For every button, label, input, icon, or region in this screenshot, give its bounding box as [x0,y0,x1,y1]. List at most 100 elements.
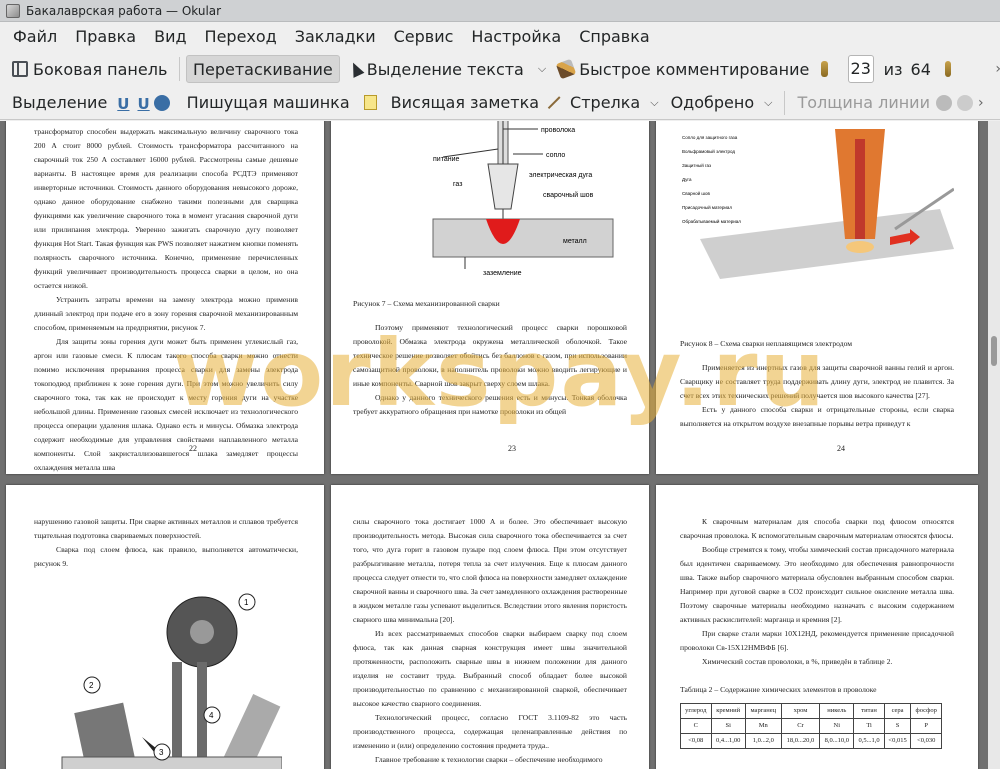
browse-tool-button[interactable]: Перетаскивание [185,55,340,83]
label-wire: проволока [541,127,575,134]
callout-4: 4 [209,711,214,720]
annotation-toolbar: Выделение U U Пишущая машинка Висящая за… [0,86,1000,120]
line-width-button[interactable]: Толщина линии [791,89,936,117]
table-cell: сера [883,703,912,719]
main-toolbar: Боковая панель Перетаскивание Выделение … [0,52,1000,86]
table-row: углерод кремний марганец хром никель тит… [680,703,942,719]
paragraph: Сварка под слоем флюса, как правило, вып… [34,545,298,568]
sidebar-button[interactable]: Боковая панель [6,55,173,83]
table-cell: C [680,718,712,734]
chevron-down-icon[interactable]: ⌵ [650,96,658,110]
table-cell: фосфор [910,703,942,719]
menu-edit[interactable]: Правка [66,22,145,52]
page-22: трансформатор способен выдержать максима… [6,121,324,474]
note-icon[interactable] [363,95,377,110]
chevron-down-icon[interactable]: ⌵ [538,62,546,76]
table-cell: Mn [744,718,782,734]
line-width-label: Толщина линии [797,93,930,112]
menu-view[interactable]: Вид [145,22,195,52]
table-row: <0,08 0,4...1,00 1,0...2,0 18,0...20,0 8… [680,733,942,749]
arrow-label: Стрелка [570,93,641,112]
toolbar-overflow-icon[interactable]: › [978,95,984,111]
toolbar-separator [784,90,786,115]
label-weld: Сварной шов [682,190,710,196]
page-25: нарушению газовой защиты. При сварке акт… [6,485,324,769]
scrollbar-thumb[interactable] [991,336,997,366]
selection-label: Выделение [12,93,108,112]
menu-bookmarks[interactable]: Закладки [286,22,385,52]
window-title: Бакалаврская работа — Okular [26,3,222,18]
paragraph: трансформатор способен выдержать максима… [34,127,298,290]
quick-annotation-button[interactable]: Быстрое комментирование [552,55,815,83]
stamp-icon[interactable] [153,94,170,111]
paragraph: Технологический процесс, согласно ГОСТ 3… [353,713,627,750]
paragraph: нарушению газовой защиты. При сварке акт… [34,517,298,540]
page-26: силы сварочного тока достигает 1000 А и … [331,485,649,769]
page-of-label: из [883,59,903,79]
menubar: Файл Правка Вид Переход Закладки Сервис … [0,22,1000,52]
table-cell: Cr [780,718,821,734]
table-cell: Ni [819,718,855,734]
page-number-input[interactable]: 23 [847,55,874,83]
color-icon[interactable] [935,94,952,111]
chevron-down-icon[interactable]: ⌵ [764,96,772,110]
label-gas: газ [453,181,462,188]
label-arc: Дуга [682,177,692,182]
document-viewport[interactable]: трансформатор способен выдержать максима… [0,121,1000,769]
selection-button[interactable]: Выделение [6,89,113,117]
stamp-label: Одобрено [670,93,755,112]
squiggle-icon[interactable]: U [137,95,149,113]
table-cell: 8,0...10,0 [819,733,855,749]
window-titlebar[interactable]: Бакалаврская работа — Okular [0,0,1000,22]
table-cell: хром [780,703,821,719]
table-caption: Таблица 2 – Содержание химических элемен… [680,685,877,694]
table-cell: никель [819,703,855,719]
callout-2: 2 [89,681,94,690]
menu-help[interactable]: Справка [570,22,659,52]
toolbar-overflow-icon[interactable]: › [995,61,1000,77]
label-tungsten: Вольфрамовый электрод [682,148,735,154]
arrow-button[interactable]: Стрелка ⌵ [564,89,665,117]
submerged-arc-diagram: 1 2 3 4 [61,593,282,769]
inline-note-button[interactable]: Висящая заметка [385,89,545,117]
paragraph: Применяется из инертных газов для защиты… [680,363,954,400]
previous-page-icon[interactable] [821,61,828,77]
table-cell: 0,5...1,0 [853,733,885,749]
label-gas-nozzle: Сопло для защитного газа [682,135,738,140]
page-total: 64 [910,59,931,79]
menu-file[interactable]: Файл [4,22,66,52]
page-number: 23 [508,444,516,453]
label-shield-gas: Защитный газ [682,162,711,168]
table-cell: P [910,718,942,734]
next-page-icon[interactable] [944,61,952,77]
label-power: питание [433,156,459,163]
okular-app-icon [6,3,20,18]
table-cell: S [883,718,912,734]
table-row: C Si Mn Cr Ni Ti S P [680,718,942,734]
menu-tools[interactable]: Сервис [385,22,463,52]
typewriter-button[interactable]: Пишущая машинка [181,89,356,117]
menu-go[interactable]: Переход [196,22,286,52]
sidebar-label: Боковая панель [33,59,168,79]
label-nozzle: сопло [546,152,565,159]
brush-icon [555,58,577,80]
toolbar-separator [179,57,180,81]
vertical-scrollbar[interactable] [988,121,1000,769]
stamp-select[interactable]: Одобрено ⌵ [665,89,779,117]
paragraph: Из всех рассматриваемых способов сварки … [353,629,627,708]
paragraph: К сварочным материалам для способа сварк… [680,517,954,540]
page-number: 22 [189,444,197,453]
label-ground: заземление [483,270,522,277]
underline-icon[interactable]: U [117,95,129,113]
page-27: К сварочным материалам для способа сварк… [656,485,978,769]
label-seam: сварочный шов [543,191,594,199]
text-select-label: Выделение текста [366,59,524,79]
menu-settings[interactable]: Настройка [462,22,570,52]
table-cell: 1,0...2,0 [744,733,782,749]
paragraph: При сварке стали марки 10Х12НД, рекоменд… [680,629,954,652]
text-select-tool-button[interactable]: Выделение текста ⌵ [344,55,552,83]
opacity-icon[interactable] [956,94,973,111]
arrow-icon[interactable] [547,95,562,110]
page-23: проволока питание сопло газ электрическа… [331,121,649,474]
table-cell: углерод [680,703,712,719]
